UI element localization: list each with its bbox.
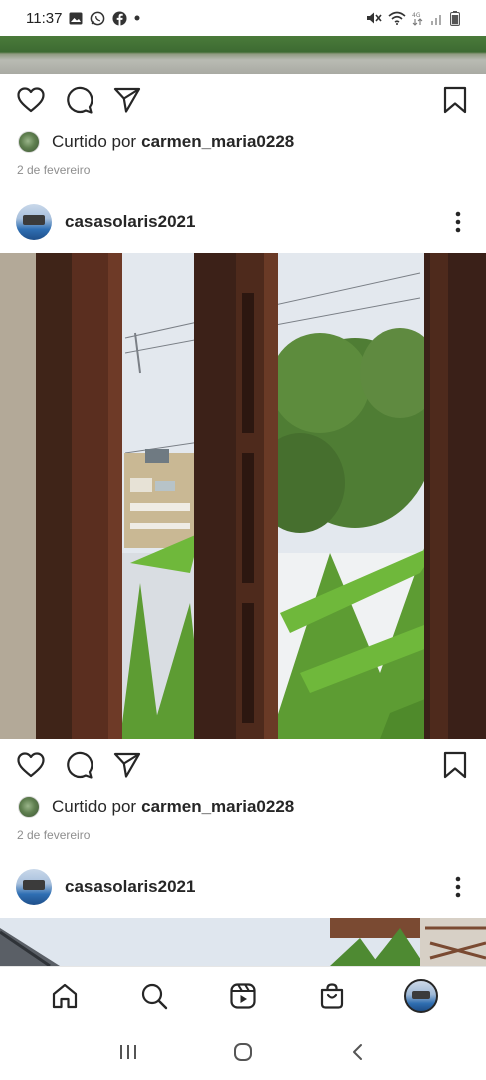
home-icon[interactable] xyxy=(45,976,85,1016)
signal-icon xyxy=(430,12,444,25)
avatar[interactable] xyxy=(16,869,52,905)
like-icon[interactable] xyxy=(16,85,46,115)
recent-apps-icon[interactable] xyxy=(108,1032,148,1072)
post-username[interactable]: casasolaris2021 xyxy=(65,877,195,897)
bookmark-icon[interactable] xyxy=(440,85,470,115)
post-photo xyxy=(0,918,486,966)
wifi-icon xyxy=(388,11,406,25)
liked-by-avatar[interactable] xyxy=(18,131,40,153)
status-right: 4G xyxy=(366,10,460,26)
comment-icon[interactable] xyxy=(64,750,94,780)
liked-by-prefix: Curtido por xyxy=(52,797,137,816)
home-circle-icon[interactable] xyxy=(223,1032,263,1072)
post-header: casasolaris2021 xyxy=(0,194,486,250)
post-date: 2 de fevereiro xyxy=(17,163,91,177)
dot-icon xyxy=(134,15,140,21)
post-image[interactable] xyxy=(0,918,486,966)
svg-text:4G: 4G xyxy=(412,12,421,19)
liked-by: Curtido por carmen_maria0228 xyxy=(18,796,294,818)
facebook-icon xyxy=(112,10,127,26)
status-time: 11:37 xyxy=(26,9,63,27)
mute-icon xyxy=(366,11,382,25)
status-left: 11:37 xyxy=(26,10,140,27)
whatsapp-icon xyxy=(90,11,105,26)
like-icon[interactable] xyxy=(16,750,46,780)
share-icon[interactable] xyxy=(112,85,142,115)
shop-icon[interactable] xyxy=(312,976,352,1016)
bookmark-icon[interactable] xyxy=(440,750,470,780)
liked-by-user[interactable]: carmen_maria0228 xyxy=(141,132,294,152)
search-icon[interactable] xyxy=(134,976,174,1016)
post-photo xyxy=(0,253,486,739)
liked-by-avatar[interactable] xyxy=(18,796,40,818)
previous-post-image[interactable] xyxy=(0,36,486,74)
mobile-data-icon: 4G xyxy=(412,11,424,26)
liked-by-user[interactable]: carmen_maria0228 xyxy=(141,797,294,817)
comment-icon[interactable] xyxy=(64,85,94,115)
liked-by-prefix: Curtido por xyxy=(52,132,137,151)
avatar[interactable] xyxy=(16,204,52,240)
post-header: casasolaris2021 xyxy=(0,859,486,915)
system-nav xyxy=(0,1024,486,1080)
more-options-icon[interactable] xyxy=(446,875,470,899)
gallery-icon xyxy=(69,12,83,25)
share-icon[interactable] xyxy=(112,750,142,780)
post-actions xyxy=(0,74,486,126)
post-actions xyxy=(0,739,486,791)
profile-avatar xyxy=(404,978,439,1013)
more-options-icon[interactable] xyxy=(446,210,470,234)
post-image[interactable] xyxy=(0,253,486,739)
profile-tab[interactable] xyxy=(401,976,441,1016)
reels-icon[interactable] xyxy=(223,976,263,1016)
status-bar: 11:37 4G xyxy=(0,0,486,36)
bottom-nav xyxy=(0,966,486,1024)
liked-by: Curtido por carmen_maria0228 xyxy=(18,131,294,153)
battery-icon xyxy=(450,10,460,26)
post-date: 2 de fevereiro xyxy=(17,828,91,842)
post-username[interactable]: casasolaris2021 xyxy=(65,212,195,232)
back-icon[interactable] xyxy=(338,1032,378,1072)
